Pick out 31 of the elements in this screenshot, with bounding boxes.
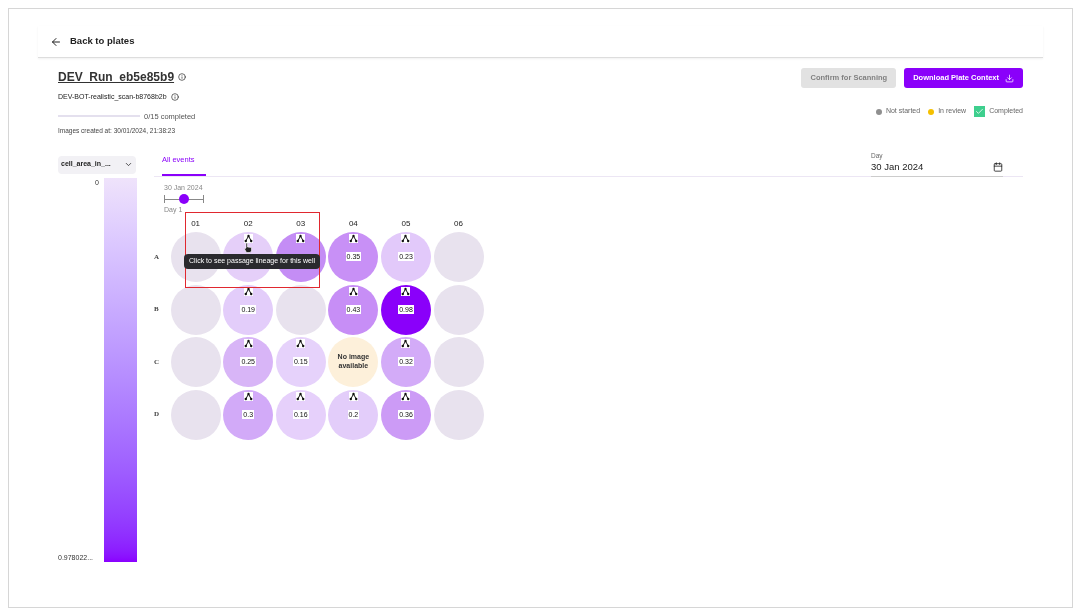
column-header: 05	[401, 217, 411, 230]
column-header: 02	[243, 217, 253, 230]
timeline-handle[interactable]	[179, 194, 189, 204]
column-header: 01	[191, 217, 201, 230]
column-header: 04	[348, 217, 358, 230]
download-icon	[1005, 73, 1014, 83]
lineage-icon[interactable]	[243, 286, 253, 296]
back-arrow-icon[interactable]	[50, 35, 62, 48]
info-icon[interactable]	[178, 73, 187, 81]
lineage-icon[interactable]	[348, 286, 358, 296]
column-header: 03	[296, 217, 306, 230]
info-icon[interactable]	[170, 93, 179, 102]
lineage-icon[interactable]	[401, 391, 411, 401]
plate-title: DEV_Run_eb5e85b9	[58, 69, 175, 86]
timeline-slider[interactable]	[164, 194, 204, 204]
back-link[interactable]: Back to plates	[70, 34, 135, 49]
lineage-icon[interactable]	[296, 391, 306, 401]
column-header: 06	[454, 217, 463, 230]
calendar-icon[interactable]	[993, 162, 1003, 173]
lineage-icon[interactable]	[243, 339, 253, 348]
lineage-icon[interactable]	[348, 391, 358, 401]
lineage-icon[interactable]	[401, 234, 411, 243]
lineage-icon[interactable]	[243, 234, 253, 243]
lineage-icon[interactable]	[296, 339, 306, 348]
chevron-down-icon	[124, 160, 133, 169]
lineage-icon[interactable]	[401, 339, 411, 348]
lineage-icon[interactable]	[401, 286, 411, 296]
pointer-cursor-icon	[244, 241, 253, 253]
lineage-icon[interactable]	[243, 391, 253, 401]
lineage-icon[interactable]	[348, 234, 358, 243]
lineage-icon[interactable]	[296, 234, 306, 243]
